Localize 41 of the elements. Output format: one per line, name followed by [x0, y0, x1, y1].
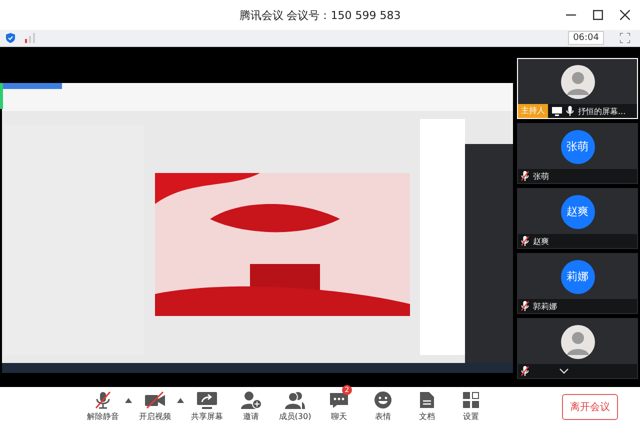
host-tag: 主持人 — [518, 104, 548, 118]
shield-icon[interactable] — [6, 33, 15, 43]
settings-button[interactable]: 设置 — [450, 391, 492, 422]
meeting-timer: 06:04 — [568, 31, 604, 45]
fullscreen-icon[interactable] — [620, 33, 630, 43]
people-icon — [284, 391, 306, 409]
chat-bubble-icon — [329, 391, 349, 409]
document-icon — [419, 391, 435, 409]
add-person-icon — [240, 391, 262, 409]
video-button[interactable]: 开启视频 — [134, 391, 176, 422]
participant-name: 抒恒的屏幕... — [578, 106, 626, 116]
caret-icon[interactable] — [177, 398, 184, 403]
chevron-down-icon[interactable] — [559, 368, 569, 374]
emoji-button[interactable]: 表情 — [362, 391, 404, 422]
docs-button[interactable]: 文档 — [406, 391, 448, 422]
screen-share-icon — [196, 391, 218, 409]
participant-name: 赵爽 — [533, 236, 549, 246]
avatar-icon — [560, 64, 594, 98]
share-button[interactable]: 共享屏幕 — [186, 391, 228, 422]
avatar-icon — [560, 324, 594, 358]
participant-name: 郭莉娜 — [533, 300, 557, 312]
smiley-icon — [374, 391, 392, 409]
close-icon[interactable] — [620, 10, 630, 20]
participant-name: 张萌 — [533, 170, 549, 182]
caret-icon[interactable] — [125, 398, 132, 403]
video-tile[interactable]: 张萌 张萌 — [517, 123, 638, 184]
selected-video-tile[interactable]: 主持人 抒恒的屏幕... — [517, 58, 638, 119]
window-title: 腾讯会议 会议号：150 599 583 — [239, 8, 401, 22]
leave-meeting-button[interactable]: 离开会议 — [562, 394, 618, 420]
invite-button[interactable]: 邀请 — [230, 391, 272, 422]
signal-icon[interactable] — [25, 33, 35, 43]
initials-avatar: 张萌 — [560, 130, 594, 164]
video-tile[interactable]: 赵爽 赵爽 — [517, 188, 638, 249]
members-button[interactable]: 成员(30) — [274, 391, 316, 422]
video-tile[interactable]: 莉娜 郭莉娜 — [517, 253, 638, 314]
maximize-icon[interactable] — [593, 10, 603, 20]
settings-icon — [462, 391, 480, 409]
initials-avatar: 赵爽 — [560, 194, 594, 228]
video-tile[interactable] — [517, 318, 638, 379]
mic-button[interactable]: 解除静音 — [82, 391, 124, 422]
initials-avatar: 莉娜 — [560, 260, 594, 294]
